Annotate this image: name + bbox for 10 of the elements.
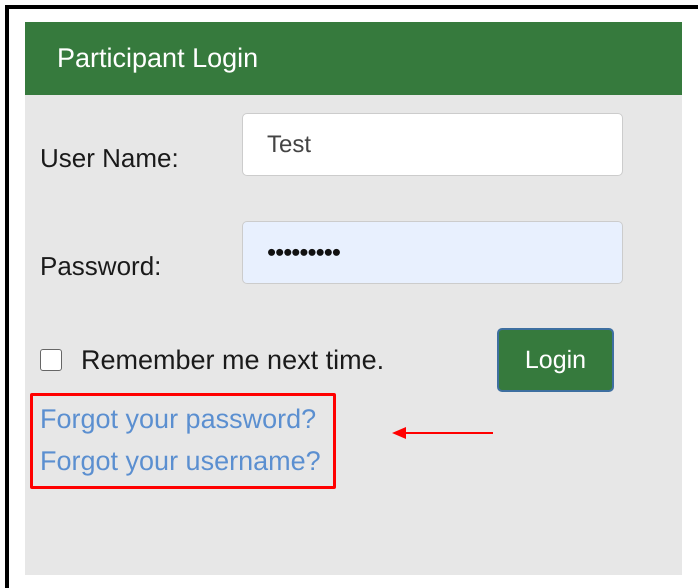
username-field[interactable]: Test	[242, 113, 623, 176]
checkbox-label: Remember me next time.	[81, 344, 384, 376]
checkbox[interactable]	[40, 349, 62, 371]
field-label: User Name:	[40, 143, 180, 175]
link[interactable]: Forgot your password?	[40, 398, 321, 440]
login-button[interactable]: Login	[497, 328, 614, 392]
password-field[interactable]: •••••••••	[242, 221, 623, 284]
field-label: Password:	[40, 251, 162, 283]
panel-title: Participant Login	[57, 43, 258, 74]
link[interactable]: Forgot your username?	[40, 440, 321, 482]
